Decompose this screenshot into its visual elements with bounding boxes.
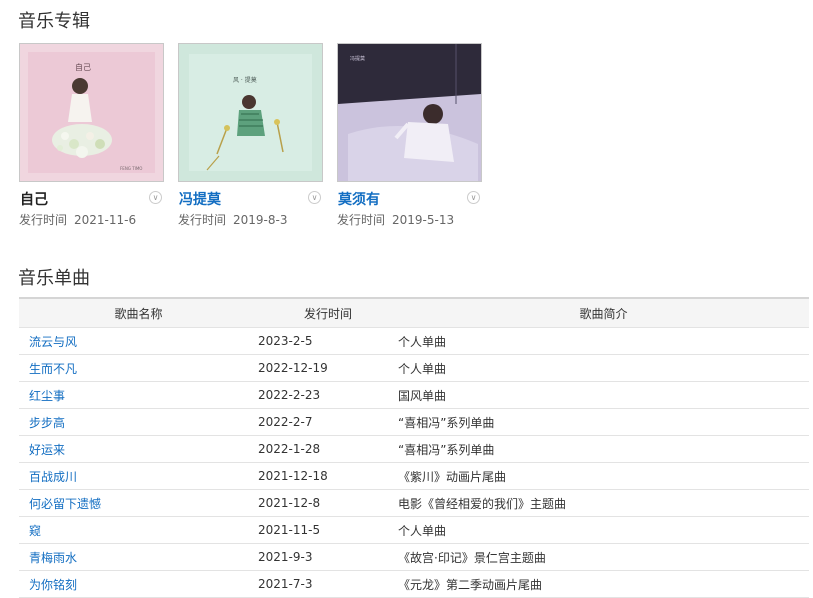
album-cover-image[interactable]: 自己 FENG TIMO <box>19 43 164 182</box>
singles-table: 歌曲名称 发行时间 歌曲简介 流云与风 2023-2-5 个人单曲 生而不凡 2022… <box>19 297 809 598</box>
albums-section-title: 音乐专辑 <box>18 11 90 32</box>
table-row: 窥 2021-11-5 个人单曲 <box>19 516 809 544</box>
song-desc: 《紫川》动画片尾曲 <box>398 462 809 490</box>
column-header-date: 发行时间 <box>258 298 398 328</box>
song-name-link[interactable]: 红尘事 <box>19 381 258 409</box>
chevron-down-icon[interactable]: ∨ <box>308 191 321 204</box>
column-header-name: 歌曲名称 <box>19 298 258 328</box>
song-name-link[interactable]: 步步高 <box>19 408 258 436</box>
song-desc: 个人单曲 <box>398 327 809 355</box>
album-release-date: 发行时间 2021-11-6 <box>19 211 136 228</box>
song-desc: 个人单曲 <box>398 354 809 382</box>
chevron-down-icon[interactable]: ∨ <box>149 191 162 204</box>
album-name[interactable]: 莫须有 <box>338 189 380 209</box>
song-date: 2021-9-3 <box>258 543 398 571</box>
release-date-label: 发行时间 <box>19 213 68 227</box>
song-date: 2021-12-18 <box>258 462 398 490</box>
song-name-link[interactable]: 好运来 <box>19 435 258 463</box>
song-name-link[interactable]: 青梅雨水 <box>19 543 258 571</box>
song-desc: “喜相冯”系列单曲 <box>398 408 809 436</box>
song-desc: 《元龙》第二季动画片尾曲 <box>398 570 809 598</box>
table-row: 流云与风 2023-2-5 个人单曲 <box>19 327 809 355</box>
song-name-link[interactable]: 何必留下遗憾 <box>19 489 258 517</box>
song-desc: 个人单曲 <box>398 516 809 544</box>
album-release-date: 发行时间 2019-8-3 <box>178 211 287 228</box>
svg-text:风 · 提莫: 风 · 提莫 <box>233 76 257 84</box>
song-desc: 电影《曾经相爱的我们》主题曲 <box>398 489 809 517</box>
song-date: 2022-12-19 <box>258 354 398 382</box>
album-cover-image[interactable]: 风 · 提莫 <box>178 43 323 182</box>
song-date: 2022-2-23 <box>258 381 398 409</box>
song-name-link[interactable]: 百战成川 <box>19 462 258 490</box>
song-date: 2021-12-8 <box>258 489 398 517</box>
song-desc: 国风单曲 <box>398 381 809 409</box>
table-row: 生而不凡 2022-12-19 个人单曲 <box>19 354 809 382</box>
song-date: 2023-2-5 <box>258 327 398 355</box>
song-desc: “喜相冯”系列单曲 <box>398 435 809 463</box>
release-date-value: 2019-5-13 <box>392 213 455 227</box>
table-row: 步步高 2022-2-7 “喜相冯”系列单曲 <box>19 408 809 436</box>
song-name-link[interactable]: 生而不凡 <box>19 354 258 382</box>
release-date-label: 发行时间 <box>337 213 386 227</box>
table-row: 青梅雨水 2021-9-3 《故宫·印记》景仁宫主题曲 <box>19 543 809 571</box>
song-name-link[interactable]: 流云与风 <box>19 327 258 355</box>
table-row: 百战成川 2021-12-18 《紫川》动画片尾曲 <box>19 462 809 490</box>
release-date-value: 2021-11-6 <box>74 213 137 227</box>
song-name-link[interactable]: 窥 <box>19 516 258 544</box>
album-cover-image[interactable]: 冯提莫 <box>337 43 482 182</box>
table-row: 为你铭刻 2021-7-3 《元龙》第二季动画片尾曲 <box>19 570 809 598</box>
album-card[interactable]: 冯提莫 莫须有 ∨ 发行时间 2019-5-13 <box>337 43 482 227</box>
release-date-label: 发行时间 <box>178 213 227 227</box>
song-date: 2021-11-5 <box>258 516 398 544</box>
song-date: 2022-1-28 <box>258 435 398 463</box>
svg-text:冯提莫: 冯提莫 <box>350 55 365 62</box>
song-date: 2022-2-7 <box>258 408 398 436</box>
release-date-value: 2019-8-3 <box>233 213 288 227</box>
table-row: 红尘事 2022-2-23 国风单曲 <box>19 381 809 409</box>
album-name[interactable]: 冯提莫 <box>179 189 221 209</box>
svg-text:FENG TIMO: FENG TIMO <box>120 166 142 171</box>
table-row: 何必留下遗憾 2021-12-8 电影《曾经相爱的我们》主题曲 <box>19 489 809 517</box>
album-card[interactable]: 风 · 提莫 冯提莫 ∨ 发行时间 2019-8-3 <box>178 43 323 227</box>
table-row: 好运来 2022-1-28 “喜相冯”系列单曲 <box>19 435 809 463</box>
chevron-down-icon[interactable]: ∨ <box>467 191 480 204</box>
album-card[interactable]: 自己 FENG TIMO 自己 ∨ 发行时间 2021-11-6 <box>19 43 164 227</box>
song-date: 2021-7-3 <box>258 570 398 598</box>
song-name-link[interactable]: 为你铭刻 <box>19 570 258 598</box>
singles-section-title: 音乐单曲 <box>18 268 90 289</box>
svg-text:自己: 自己 <box>75 62 91 72</box>
table-header-row: 歌曲名称 发行时间 歌曲简介 <box>19 298 809 328</box>
album-name[interactable]: 自己 <box>20 189 48 209</box>
column-header-desc: 歌曲简介 <box>398 298 809 328</box>
album-release-date: 发行时间 2019-5-13 <box>337 211 454 228</box>
song-desc: 《故宫·印记》景仁宫主题曲 <box>398 543 809 571</box>
